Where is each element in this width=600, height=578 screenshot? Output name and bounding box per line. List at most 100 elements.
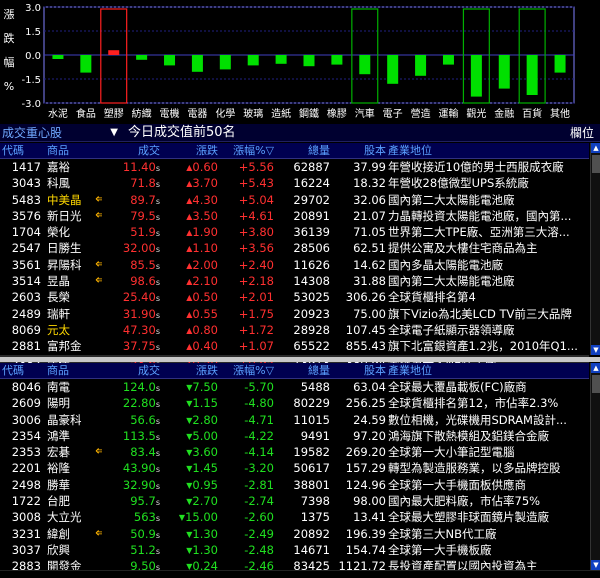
table-row[interactable]: 3561 昇陽科 ⇐ 85.5s ▲2.00 +2.40 11626 14.62 國內多晶太陽能… xyxy=(0,257,589,273)
bar-玻璃 xyxy=(247,55,259,66)
cell-percent: +2.40 xyxy=(238,257,274,272)
chart-category-labels: 水泥 食品 塑膠 紡織 電機 電器 化學 玻璃 造紙 鋼鐵 橡膠 汽車 電子 營造 運輸 觀光 金融 百貨 其他 xyxy=(48,107,570,120)
cell-capital: 21.07 xyxy=(353,208,386,223)
col-header-change[interactable]: 漲跌 xyxy=(160,363,218,378)
col-header-name[interactable]: 商品 xyxy=(44,363,102,378)
cell-code: 8069 xyxy=(11,322,41,337)
table-row[interactable]: 1722 台肥 95.7s ▼2.70 -2.74 7398 98.00 國內最大肥料廠，市佔… xyxy=(0,493,589,509)
scroll-thumb[interactable] xyxy=(592,375,600,393)
cell-industry: 全球最大塑膠非球面鏡片製造廠 xyxy=(388,510,549,525)
table-row[interactable]: 3231 緯創 ⇐ 50.9s ▼1.30 -2.49 20892 196.39 全球第三大NB… xyxy=(0,526,589,542)
col-header-percent[interactable]: 漲幅%▽ xyxy=(218,363,274,378)
table-row[interactable]: 2603 長榮 25.40s ▲0.50 +2.01 53025 306.26 全球貨櫃排名第… xyxy=(0,289,589,305)
category-label: 其他 xyxy=(550,107,570,120)
col-header-capital[interactable]: 股本 xyxy=(330,363,386,378)
col-header-industry[interactable]: 產業地位 xyxy=(386,143,589,158)
bar-電機 xyxy=(164,55,176,66)
cell-change: ▲3.50 xyxy=(186,208,218,223)
table-row[interactable]: 5483 中美晶 ⇐ 89.7s ▲4.30 +5.04 29702 32.06 國內第二大太陽… xyxy=(0,192,589,208)
table-row[interactable]: 2547 日勝生 32.00s ▲1.10 +3.56 28506 62.51 提供公寓及大樓… xyxy=(0,240,589,256)
table-row[interactable]: 2489 瑞軒 31.90s ▲0.55 +1.75 20923 75.00 旗下Vizio為… xyxy=(0,306,589,322)
cell-percent: +3.80 xyxy=(238,225,274,240)
table-row[interactable]: 2201 裕隆⇐ 43.90s ▼1.45 -3.20 50617 157.29轉型為製造服… xyxy=(0,460,589,476)
scroll-thumb[interactable] xyxy=(592,155,600,173)
col-header-change[interactable]: 漲跌 xyxy=(160,143,218,158)
table-row[interactable]: 3037 欣興 51.2s ▼1.30 -2.48 14671 154.74 全球第一大手機板… xyxy=(0,542,589,558)
table-row[interactable]: 2881 富邦金 37.75s ▲0.40 +1.07 65522 855.43 旗下北富銀資… xyxy=(0,338,589,354)
cell-volume: 11626 xyxy=(293,257,330,272)
col-header-industry[interactable]: 產業地位 xyxy=(386,363,589,378)
cell-volume: 28506 xyxy=(293,241,330,256)
table-row[interactable]: 3006 晶豪科 56.6s ▼2.80 -4.71 11015 24.59 數位相機，光碟機… xyxy=(0,412,589,428)
scroll-up-icon[interactable]: ▲ xyxy=(591,143,600,153)
table-row[interactable]: 8046 南電 124.0s ▼7.50 -5.70 5488 63.04 全球最大覆晶載板(… xyxy=(0,379,589,395)
category-label: 水泥 xyxy=(48,107,68,120)
cell-industry: 旗下Vizio為北美LCD TV前三大品牌 xyxy=(388,306,572,321)
cell-volume: 28928 xyxy=(293,322,330,337)
cell-name: 科風 xyxy=(47,176,70,191)
table-row[interactable]: 2498 勝華 32.90s ▼0.95 -2.81 38801 124.96 全球第一大手機… xyxy=(0,477,589,493)
col-header-code[interactable]: 代碼 xyxy=(0,143,44,158)
table-row[interactable]: 3043 科風 71.8s ▲3.70 +5.43 16224 18.32 年營收28億微型U… xyxy=(0,175,589,191)
table-row[interactable]: 3008 大立光 563s ▼15.00 -2.60 1375 13.41 全球最大塑膠非球面… xyxy=(0,509,589,525)
top-gainers-table: 代碼 商品 成交 漲跌 漲幅%▽ 總量 股本 產業地位 1417 嘉裕 11.40s… xyxy=(0,143,589,371)
cell-percent: -2.81 xyxy=(244,477,274,492)
panel-selector[interactable]: 成交重心股 ▼ xyxy=(2,125,120,141)
cell-price: 71.8s xyxy=(130,176,160,191)
table-row[interactable]: 2354 鴻準 113.5s ▼5.00 -4.22 9491 97.20 鴻海旗下散熱模組及… xyxy=(0,428,589,444)
col-header-code[interactable]: 代碼 xyxy=(0,363,44,378)
cell-capital: 107.45 xyxy=(345,322,386,337)
panel-divider[interactable] xyxy=(0,357,600,362)
table-row[interactable]: 1417 嘉裕 11.40s ▲0.60 +5.56 62887 37.99 年營收接近10億… xyxy=(0,159,589,175)
cell-code: 3006 xyxy=(11,412,41,427)
dropdown-icon: ▼ xyxy=(110,127,118,138)
table-row[interactable]: 3576 新日光 ⇐ 79.5s ▲3.50 +4.61 20891 21.07 力晶轉投資太陽… xyxy=(0,208,589,224)
cell-code: 2489 xyxy=(11,306,41,321)
table-header: 代碼 商品 成交 漲跌 漲幅%▽ 總量 股本 產業地位 xyxy=(0,143,589,159)
cell-industry: 國內第二大太陽能電池廠 xyxy=(388,274,515,289)
table-row[interactable]: 1704 榮化 51.9s ▲1.90 +3.80 36139 71.05 世界第二大TPE廠… xyxy=(0,224,589,240)
bar-電器 xyxy=(191,55,203,72)
cell-name: 裕隆⇐ xyxy=(47,461,70,476)
col-header-volume[interactable]: 總量 xyxy=(274,363,330,378)
bottom-table-scrollbar[interactable]: ▲ ▼ xyxy=(590,363,600,570)
y-tick-label: -3.0 xyxy=(21,99,41,110)
cell-price: 79.5s xyxy=(130,208,160,223)
flag-arrow-icon: ⇐ xyxy=(95,256,102,272)
col-header-percent[interactable]: 漲幅%▽ xyxy=(218,143,274,158)
table-row[interactable]: 2609 陽明 22.80s ▼1.15 -4.80 80229 256.25 全球貨櫃排名第… xyxy=(0,395,589,411)
cell-industry: 全球第一大手機板廠 xyxy=(388,542,492,557)
table-row[interactable]: 8069 元太 47.30s ▲0.80 +1.72 28928 107.45 全球電子紙顯示… xyxy=(0,322,589,338)
cell-change: ▼1.30 xyxy=(186,526,218,541)
scroll-down-icon[interactable]: ▼ xyxy=(591,560,600,570)
cell-industry: 旗下北富銀資產1.2兆，2010年Q1... xyxy=(388,339,578,354)
col-header-capital[interactable]: 股本 xyxy=(330,143,386,158)
scroll-up-icon[interactable]: ▲ xyxy=(591,363,600,373)
table-row[interactable]: 2353 宏碁 ⇐ 83.4s ▼3.60 -4.14 19582 269.20 全球第一大小筆… xyxy=(0,444,589,460)
cell-industry: 全球貨櫃排名第12，市佔率2.3% xyxy=(388,396,559,411)
cell-volume: 53025 xyxy=(293,290,330,305)
highlight-box-red xyxy=(100,8,128,104)
scroll-down-icon[interactable]: ▼ xyxy=(591,345,600,355)
bar-紡織 xyxy=(136,55,148,60)
table-row[interactable]: 3514 昱晶 ⇐ 98.6s ▲2.10 +2.18 14308 31.88 國內第二大太陽能… xyxy=(0,273,589,289)
cell-name: 嘉裕 xyxy=(47,160,70,174)
cell-change: ▲2.10 xyxy=(186,274,218,289)
col-header-price[interactable]: 成交 xyxy=(102,143,160,158)
sector-change-chart: 漲跌幅% 3.0 1.5 0.0 -1.5 -3.0 水泥 食品 塑膠 紡織 電機 電器 化學 玻璃造… xyxy=(0,0,600,122)
top-table-scrollbar[interactable]: ▲ ▼ xyxy=(590,143,600,355)
cell-percent: -2.49 xyxy=(244,526,274,541)
col-header-price[interactable]: 成交 xyxy=(102,363,160,378)
cell-volume: 20891 xyxy=(293,208,330,223)
bar-金融 xyxy=(498,55,510,89)
category-label: 化學 xyxy=(215,107,235,120)
col-header-name[interactable]: 商品 xyxy=(44,143,102,158)
cell-code: 2603 xyxy=(11,290,41,305)
category-label: 橡膠 xyxy=(327,107,347,120)
cell-capital: 97.20 xyxy=(353,428,386,443)
cell-name: 緯創 ⇐ xyxy=(44,526,102,542)
cell-name: 瑞軒 xyxy=(47,306,70,321)
cell-change: ▼2.80 xyxy=(186,412,218,427)
columns-button[interactable]: 欄位 xyxy=(570,124,594,142)
col-header-volume[interactable]: 總量 xyxy=(274,143,330,158)
